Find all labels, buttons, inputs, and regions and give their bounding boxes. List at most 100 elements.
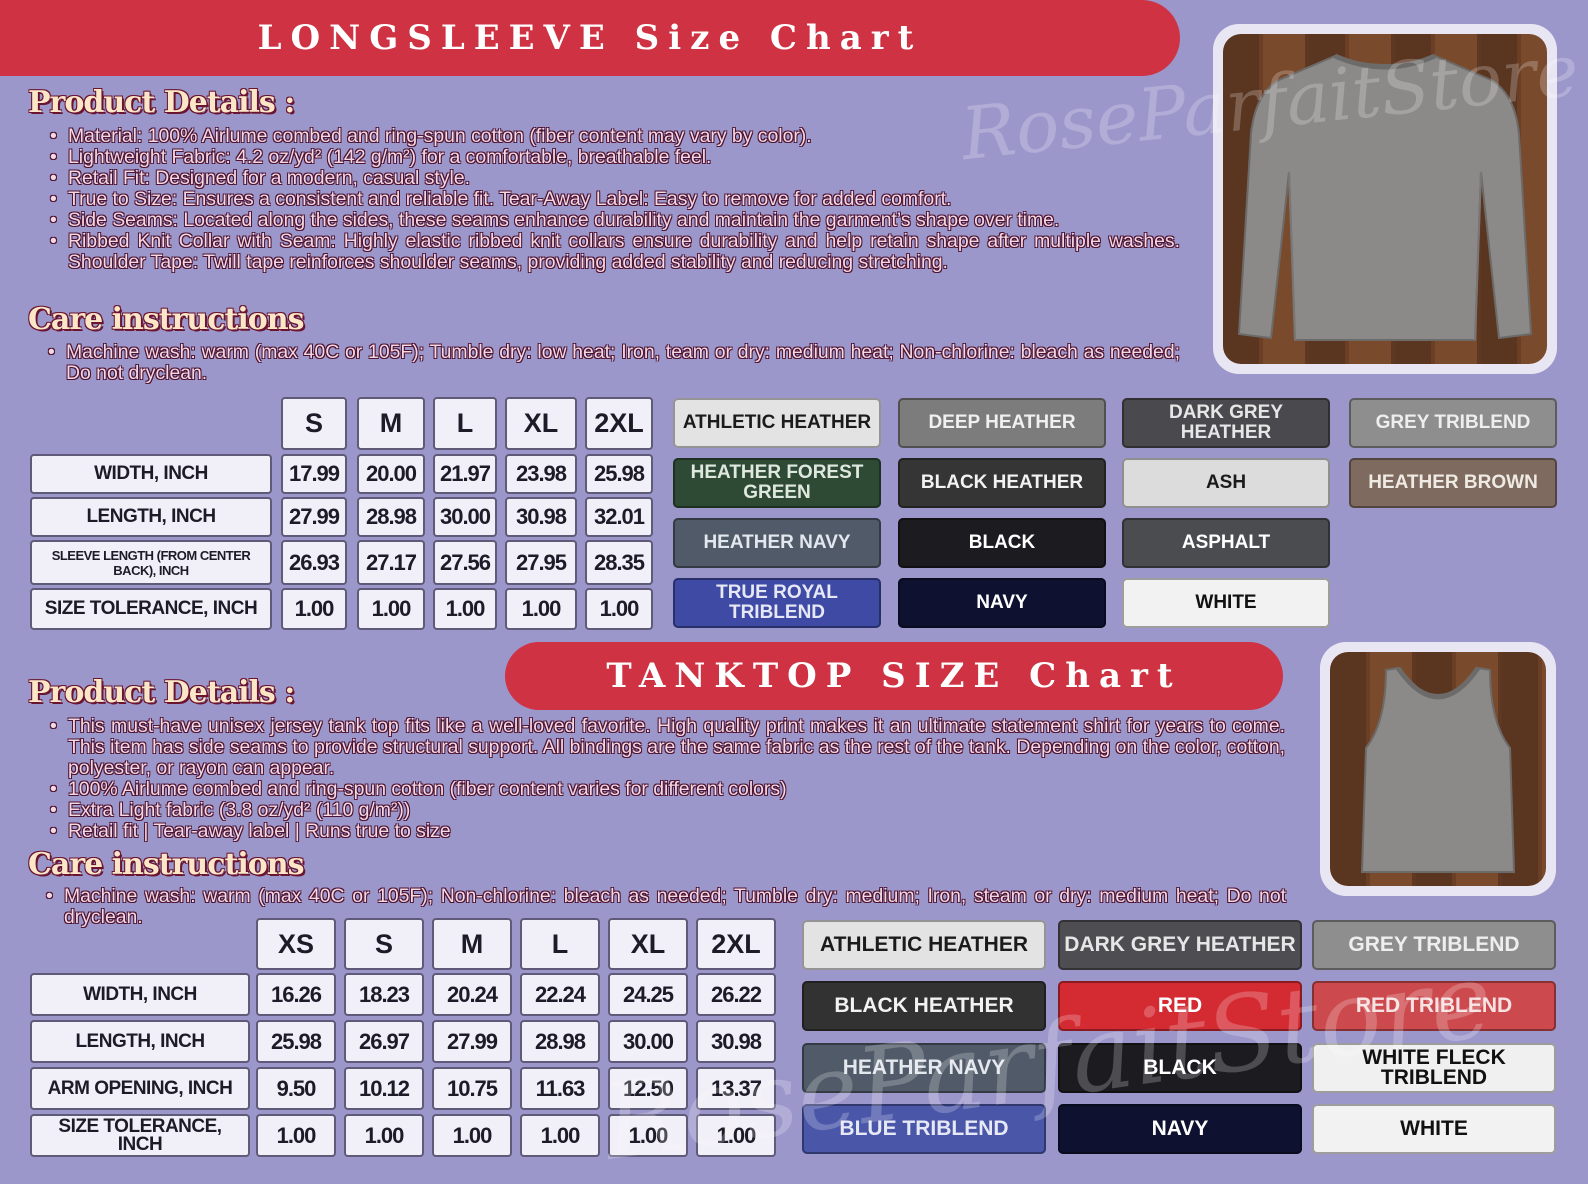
- table-cell: 1.00: [696, 1114, 776, 1157]
- table-cell: 1.00: [585, 588, 653, 630]
- color-swatch: NAVY: [898, 578, 1106, 628]
- color-swatch: BLACK: [1058, 1043, 1302, 1093]
- table-cell: 21.97: [433, 454, 497, 494]
- table-cell: 25.98: [585, 454, 653, 494]
- row-label: WIDTH, INCH: [30, 454, 272, 494]
- tanktop-product-list: This must-have unisex jersey tank top fi…: [30, 716, 1285, 843]
- longsleeve-care-list: Machine wash: warm (max 40C or 105F); Tu…: [28, 342, 1180, 384]
- color-swatch: WHITE: [1122, 578, 1330, 628]
- size-header: S: [281, 397, 347, 450]
- row-label: ARM OPENING, INCH: [30, 1067, 250, 1110]
- tanktop-product-heading: Product Details :: [28, 675, 295, 710]
- longsleeve-care-heading: Care instructions: [28, 302, 304, 337]
- table-cell: 32.01: [585, 497, 653, 537]
- tanktop-product-image: [1320, 642, 1556, 896]
- table-cell: 1.00: [433, 588, 497, 630]
- table-cell: 11.63: [520, 1067, 600, 1110]
- size-header: 2XL: [585, 397, 653, 450]
- list-item: Ribbed Knit Collar with Seam: Highly ela…: [30, 231, 1180, 273]
- longsleeve-title: LONGSLEEVE Size Chart: [257, 18, 923, 58]
- table-cell: 1.00: [608, 1114, 688, 1157]
- table-cell: 10.12: [344, 1067, 424, 1110]
- size-header: XS: [256, 918, 336, 970]
- color-swatch: BLACK HEATHER: [898, 458, 1106, 508]
- table-cell: 27.56: [433, 540, 497, 585]
- color-swatch: HEATHER NAVY: [802, 1043, 1046, 1093]
- color-swatch: ATHLETIC HEATHER: [802, 920, 1046, 970]
- table-cell: 1.00: [281, 588, 347, 630]
- color-swatch: HEATHER BROWN: [1349, 458, 1557, 508]
- longsleeve-title-banner: LONGSLEEVE Size Chart: [0, 0, 1180, 76]
- table-cell: 27.95: [505, 540, 577, 585]
- list-item: Side Seams: Located along the sides, the…: [30, 210, 1180, 232]
- list-item: Material: 100% Airlume combed and ring-s…: [30, 126, 1180, 148]
- table-cell: 28.98: [520, 1020, 600, 1063]
- table-cell: 30.00: [433, 497, 497, 537]
- table-cell: 18.23: [344, 973, 424, 1016]
- row-label: WIDTH, INCH: [30, 973, 250, 1016]
- table-cell: 26.97: [344, 1020, 424, 1063]
- table-cell: 1.00: [520, 1114, 600, 1157]
- table-cell: 27.99: [281, 497, 347, 537]
- size-header: L: [433, 397, 497, 450]
- table-cell: 28.98: [357, 497, 425, 537]
- table-cell: 9.50: [256, 1067, 336, 1110]
- list-item: Retail Fit: Designed for a modern, casua…: [30, 168, 1180, 190]
- row-label: LENGTH, INCH: [30, 1020, 250, 1063]
- color-swatch: NAVY: [1058, 1104, 1302, 1154]
- list-item: This must-have unisex jersey tank top fi…: [30, 716, 1285, 779]
- table-cell: 17.99: [281, 454, 347, 494]
- longsleeve-product-list: Material: 100% Airlume combed and ring-s…: [30, 126, 1180, 273]
- table-cell: 27.17: [357, 540, 425, 585]
- table-cell: 23.98: [505, 454, 577, 494]
- table-cell: 25.98: [256, 1020, 336, 1063]
- size-header: M: [432, 918, 512, 970]
- size-header: L: [520, 918, 600, 970]
- color-swatch: DARK GREY HEATHER: [1058, 920, 1302, 970]
- table-cell: 1.00: [357, 588, 425, 630]
- tanktop-shirt-icon: [1360, 666, 1516, 873]
- color-swatch: HEATHER FOREST GREEN: [673, 458, 881, 508]
- table-cell: 12.50: [608, 1067, 688, 1110]
- size-header: XL: [505, 397, 577, 450]
- table-cell: 26.22: [696, 973, 776, 1016]
- list-item: True to Size: Ensures a consistent and r…: [30, 189, 1180, 211]
- table-cell: 22.24: [520, 973, 600, 1016]
- size-header: XL: [608, 918, 688, 970]
- color-swatch: DEEP HEATHER: [898, 398, 1106, 448]
- longsleeve-shirt-icon: [1237, 53, 1533, 341]
- table-cell: 26.93: [281, 540, 347, 585]
- table-cell: 1.00: [256, 1114, 336, 1157]
- longsleeve-product-image: [1213, 24, 1557, 374]
- row-label: SLEEVE LENGTH (FROM CENTER BACK), INCH: [30, 540, 272, 585]
- list-item: Lightweight Fabric: 4.2 oz/yd² (142 g/m²…: [30, 147, 1180, 169]
- table-cell: 20.00: [357, 454, 425, 494]
- tanktop-title: TANKTOP SIZE Chart: [606, 656, 1182, 696]
- color-swatch: BLUE TRIBLEND: [802, 1104, 1046, 1154]
- color-swatch: ASH: [1122, 458, 1330, 508]
- table-cell: 13.37: [696, 1067, 776, 1110]
- table-cell: 27.99: [432, 1020, 512, 1063]
- tanktop-care-heading: Care instructions: [28, 847, 304, 882]
- table-cell: 20.24: [432, 973, 512, 1016]
- color-swatch: DARK GREY HEATHER: [1122, 398, 1330, 448]
- color-swatch: RED: [1058, 981, 1302, 1031]
- longsleeve-product-heading: Product Details :: [28, 85, 295, 120]
- color-swatch: ASPHALT: [1122, 518, 1330, 568]
- color-swatch: TRUE ROYAL TRIBLEND: [673, 578, 881, 628]
- list-item: Retail fit | Tear-away label | Runs true…: [30, 821, 1285, 843]
- table-cell: 1.00: [344, 1114, 424, 1157]
- row-label: SIZE TOLERANCE, INCH: [30, 1114, 250, 1157]
- table-cell: 30.98: [696, 1020, 776, 1063]
- table-cell: 28.35: [585, 540, 653, 585]
- table-cell: 30.98: [505, 497, 577, 537]
- table-cell: 24.25: [608, 973, 688, 1016]
- list-item: Machine wash: warm (max 40C or 105F); Tu…: [28, 342, 1180, 384]
- table-cell: 10.75: [432, 1067, 512, 1110]
- color-swatch: ATHLETIC HEATHER: [673, 398, 881, 448]
- row-label: LENGTH, INCH: [30, 497, 272, 537]
- row-label: SIZE TOLERANCE, INCH: [30, 588, 272, 630]
- list-item: 100% Airlume combed and ring-spun cotton…: [30, 779, 1285, 801]
- color-swatch: RED TRIBLEND: [1312, 981, 1556, 1031]
- color-swatch: HEATHER NAVY: [673, 518, 881, 568]
